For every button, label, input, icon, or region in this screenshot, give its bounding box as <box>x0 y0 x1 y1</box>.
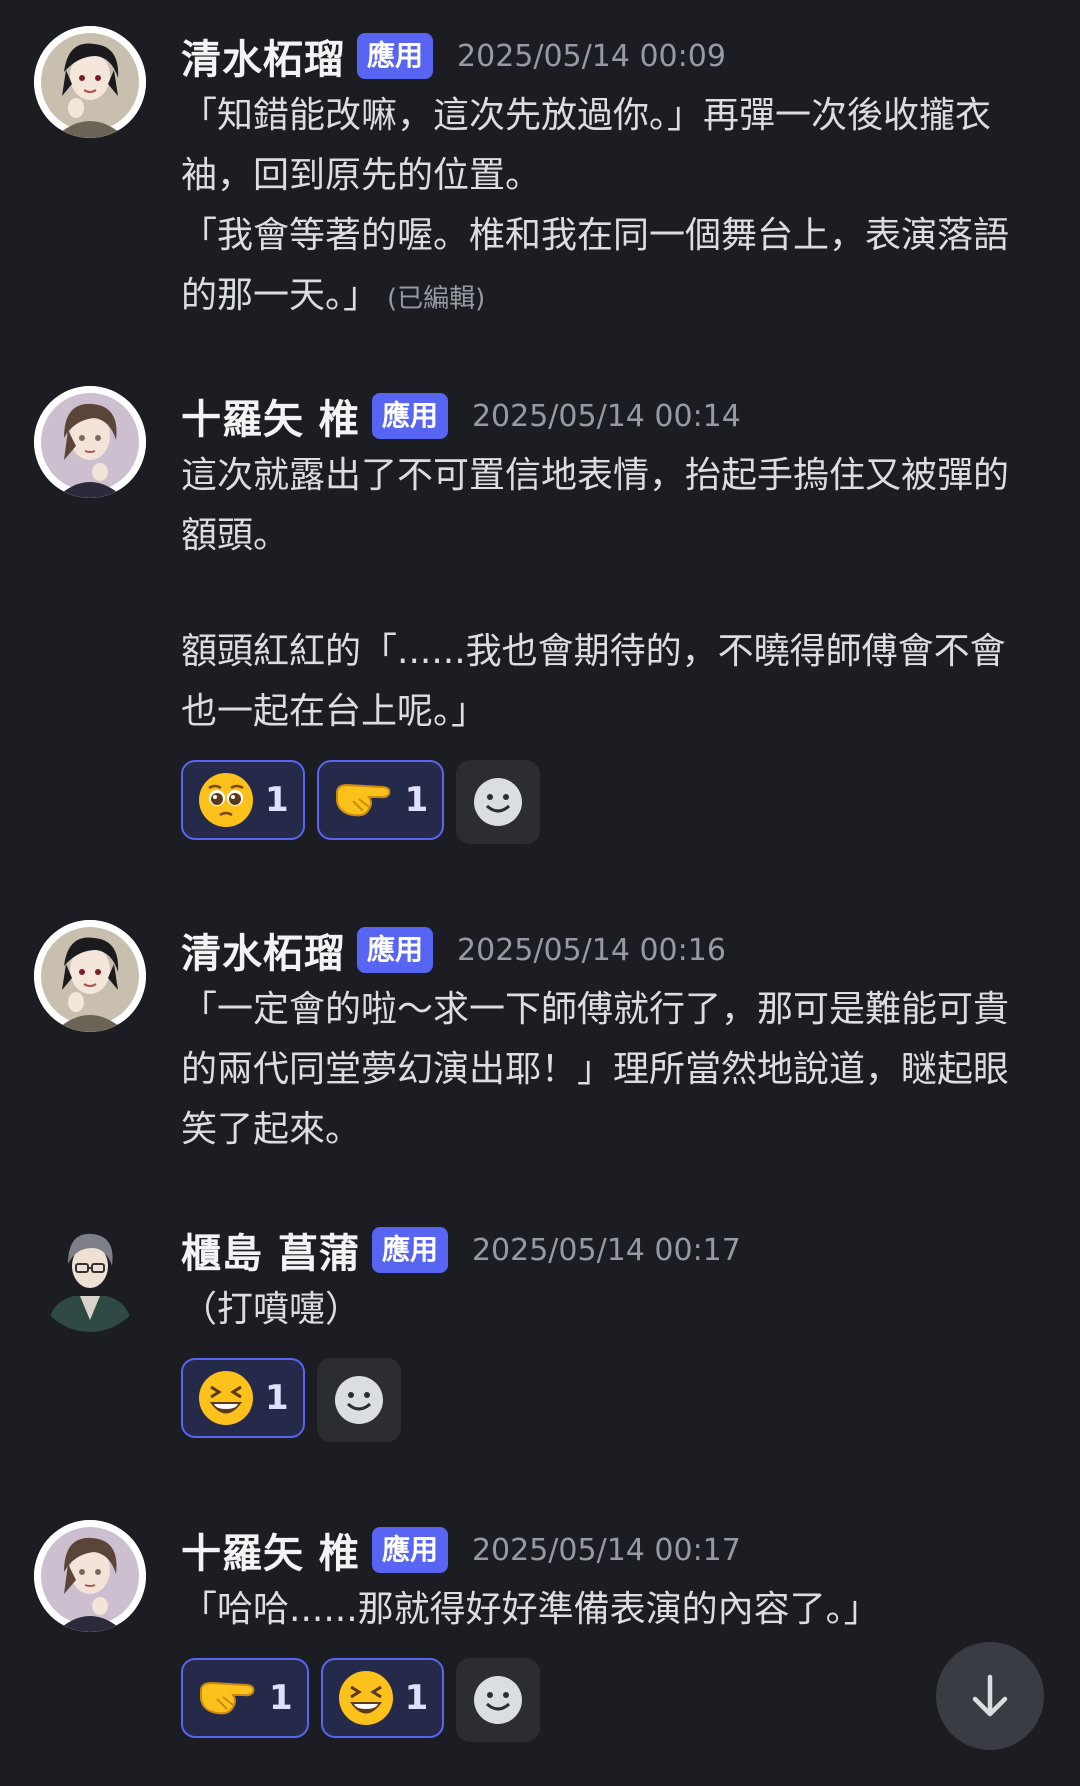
message-body: 「哈哈......那就得好好準備表演的內容了。」 <box>181 1580 1050 1640</box>
reaction-pointing-hand[interactable]: 1 <box>316 760 445 840</box>
add-reaction-button[interactable] <box>316 1358 401 1442</box>
edited-label: (已編輯) <box>387 284 486 314</box>
message-line: 「一定會的啦〜求一下師傅就行了，那可是難能可貴 <box>181 989 1010 1030</box>
reaction-laughing[interactable]: 1 <box>320 1658 445 1738</box>
timestamp: 2025/05/14 00:16 <box>457 932 726 968</box>
reaction-count: 1 <box>269 1678 293 1718</box>
scroll-to-bottom-button[interactable] <box>936 1642 1044 1750</box>
message-header: 清水柘瑠 應用 2025/05/14 00:09 <box>181 26 1050 86</box>
avatar-torayashii[interactable] <box>34 386 146 498</box>
pointing-hand-icon <box>200 1681 255 1715</box>
reaction-count: 1 <box>404 780 429 820</box>
reaction-count: 1 <box>265 1378 289 1418</box>
message-header: 十羅矢 椎 應用 2025/05/14 00:17 <box>181 1520 1050 1580</box>
reaction-laughing[interactable]: 1 <box>181 1358 305 1438</box>
author-name[interactable]: 十羅矢 椎 <box>181 1521 360 1579</box>
app-badge: 應用 <box>371 1227 448 1273</box>
reactions-bar: 1 1 <box>181 1658 1050 1742</box>
message-header: 清水柘瑠 應用 2025/05/14 00:16 <box>181 920 1050 980</box>
message-line: 「知錯能改嘛，這次先放過你。」再彈一次後收攏衣 <box>181 95 992 136</box>
author-name[interactable]: 櫃島 菖蒲 <box>181 1221 360 1279</box>
message-body: 這次就露出了不可置信地表情，抬起手摀住又被彈的 額頭。 額頭紅紅的「......… <box>181 446 1050 742</box>
pointing-hand-icon <box>335 783 391 817</box>
reactions-bar: 1 <box>181 1358 1050 1442</box>
message-line: 的那一天。」 (已編輯) <box>181 266 1050 329</box>
avatar-kiyomizu[interactable] <box>34 920 146 1032</box>
author-name[interactable]: 清水柘瑠 <box>181 921 345 979</box>
avatar-torayashii[interactable] <box>34 1520 146 1632</box>
laughing-face-icon <box>338 1671 393 1725</box>
message-header: 十羅矢 椎 應用 2025/05/14 00:14 <box>181 386 1050 446</box>
reactions-bar: 1 1 <box>181 760 1050 844</box>
message-line: 額頭。 <box>181 515 290 556</box>
arrow-down-icon <box>972 1674 1008 1717</box>
pleading-face-icon <box>199 773 253 827</box>
message-content: 十羅矢 椎 應用 2025/05/14 00:17 「哈哈......那就得好好… <box>181 1520 1050 1742</box>
message-line <box>181 566 1050 622</box>
message-body: 「一定會的啦〜求一下師傅就行了，那可是難能可貴 的兩代同堂夢幻演出耶！」理所當然… <box>181 980 1050 1160</box>
message-content: 十羅矢 椎 應用 2025/05/14 00:14 這次就露出了不可置信地表情，… <box>181 386 1050 844</box>
message-line: 也一起在台上呢。」 <box>181 691 488 732</box>
message-line-text: 的那一天。」 <box>181 275 380 316</box>
app-badge: 應用 <box>357 927 434 973</box>
reaction-pleading[interactable]: 1 <box>181 760 305 840</box>
message-line: 袖，回到原先的位置。 <box>181 155 542 196</box>
message-line: 「我會等著的喔。椎和我在同一個舞台上，表演落語 <box>181 215 1010 256</box>
add-reaction-button[interactable] <box>456 1658 541 1742</box>
message-content: 櫃島 菖蒲 應用 2025/05/14 00:17 （打噴嚏） 1 <box>181 1220 1050 1442</box>
smiley-add-icon <box>474 1676 523 1724</box>
reaction-count: 1 <box>404 1678 429 1718</box>
message-line: 笑了起來。 <box>181 1109 362 1150</box>
message-line: 的兩代同堂夢幻演出耶！」理所當然地說道，瞇起眼 <box>181 1049 1010 1090</box>
message-line: 這次就露出了不可置信地表情，抬起手摀住又被彈的 <box>181 455 1010 496</box>
message-content: 清水柘瑠 應用 2025/05/14 00:09 「知錯能改嘛，這次先放過你。」… <box>181 26 1050 329</box>
app-badge: 應用 <box>371 1527 448 1573</box>
timestamp: 2025/05/14 00:14 <box>471 398 741 434</box>
add-reaction-button[interactable] <box>456 760 541 844</box>
message-body: 「知錯能改嘛，這次先放過你。」再彈一次後收攏衣 袖，回到原先的位置。 「我會等著… <box>181 86 1050 329</box>
avatar-kushima[interactable] <box>34 1220 146 1332</box>
smiley-add-icon <box>474 778 523 826</box>
message-line: 「哈哈......那就得好好準備表演的內容了。」 <box>181 1589 880 1630</box>
message-content: 清水柘瑠 應用 2025/05/14 00:16 「一定會的啦〜求一下師傅就行了… <box>181 920 1050 1160</box>
reaction-pointing-hand[interactable]: 1 <box>181 1658 309 1738</box>
message-body: （打噴嚏） <box>181 1280 1050 1340</box>
laughing-face-icon <box>199 1371 253 1425</box>
timestamp: 2025/05/14 00:17 <box>471 1532 741 1568</box>
message-line: （打噴嚏） <box>181 1289 362 1330</box>
avatar-kiyomizu[interactable] <box>34 26 146 138</box>
app-badge: 應用 <box>357 33 434 79</box>
app-badge: 應用 <box>371 393 448 439</box>
message-header: 櫃島 菖蒲 應用 2025/05/14 00:17 <box>181 1220 1050 1280</box>
author-name[interactable]: 清水柘瑠 <box>181 27 345 85</box>
timestamp: 2025/05/14 00:17 <box>471 1232 741 1268</box>
message-line: 額頭紅紅的「......我也會期待的，不曉得師傅會不會 <box>181 631 1006 672</box>
author-name[interactable]: 十羅矢 椎 <box>181 387 360 445</box>
reaction-count: 1 <box>265 780 289 820</box>
smiley-add-icon <box>334 1376 383 1424</box>
timestamp: 2025/05/14 00:09 <box>457 38 726 74</box>
